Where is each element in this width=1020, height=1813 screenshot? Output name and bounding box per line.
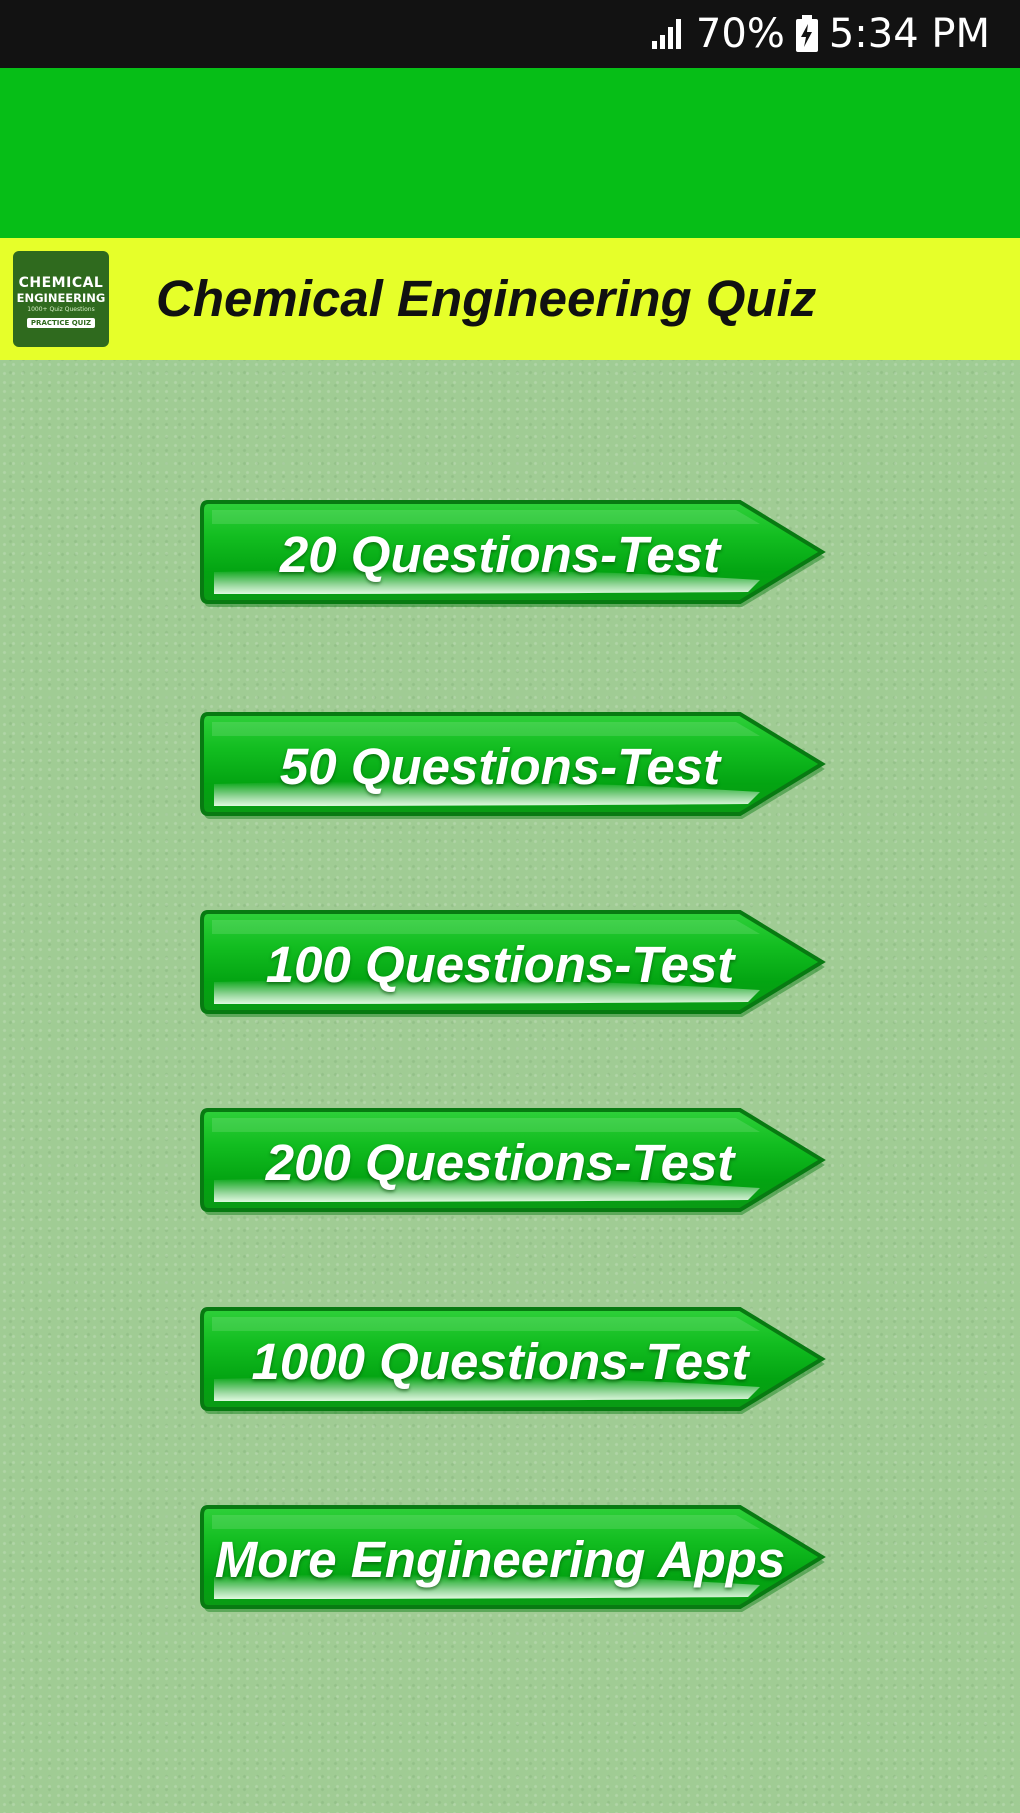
1000-questions-test-button[interactable]: 1000 Questions-Test: [200, 1305, 830, 1417]
button-label: 100 Questions-Test: [265, 935, 735, 993]
button-label: 200 Questions-Test: [265, 1133, 735, 1191]
logo-text-practice: PRACTICE QUIZ: [26, 317, 96, 328]
button-label: More Engineering Apps: [214, 1530, 786, 1588]
200-questions-test-button[interactable]: 200 Questions-Test: [200, 1106, 830, 1218]
clock: 5:34 PM: [828, 11, 990, 57]
signal-icon: [651, 19, 681, 49]
logo-text-engineering: ENGINEERING: [16, 290, 106, 305]
app-logo: CHEMICAL ENGINEERING 1000+ Quiz Question…: [13, 251, 109, 347]
status-bar: 70% 5:34 PM: [0, 0, 1020, 68]
20-questions-test-button[interactable]: 20 Questions-Test: [200, 498, 830, 610]
title-bar: CHEMICAL ENGINEERING 1000+ Quiz Question…: [0, 238, 1020, 360]
app-title: Chemical Engineering Quiz: [156, 270, 817, 327]
logo-text-subtitle: 1000+ Quiz Questions: [27, 305, 95, 313]
logo-text-chemical: CHEMICAL: [18, 274, 104, 291]
button-label: 50 Questions-Test: [279, 737, 721, 795]
battery-charging-icon: [795, 15, 818, 52]
button-label: 20 Questions-Test: [279, 525, 721, 583]
more-engineering-apps-button[interactable]: More Engineering Apps: [200, 1503, 830, 1615]
50-questions-test-button[interactable]: 50 Questions-Test: [200, 710, 830, 822]
top-banner: [0, 68, 1020, 238]
100-questions-test-button[interactable]: 100 Questions-Test: [200, 908, 830, 1020]
menu-area: 20 Questions-Test 50 Questions-Test 100 …: [0, 360, 1020, 1813]
button-label: 1000 Questions-Test: [251, 1332, 749, 1390]
battery-percent: 70%: [695, 11, 785, 57]
